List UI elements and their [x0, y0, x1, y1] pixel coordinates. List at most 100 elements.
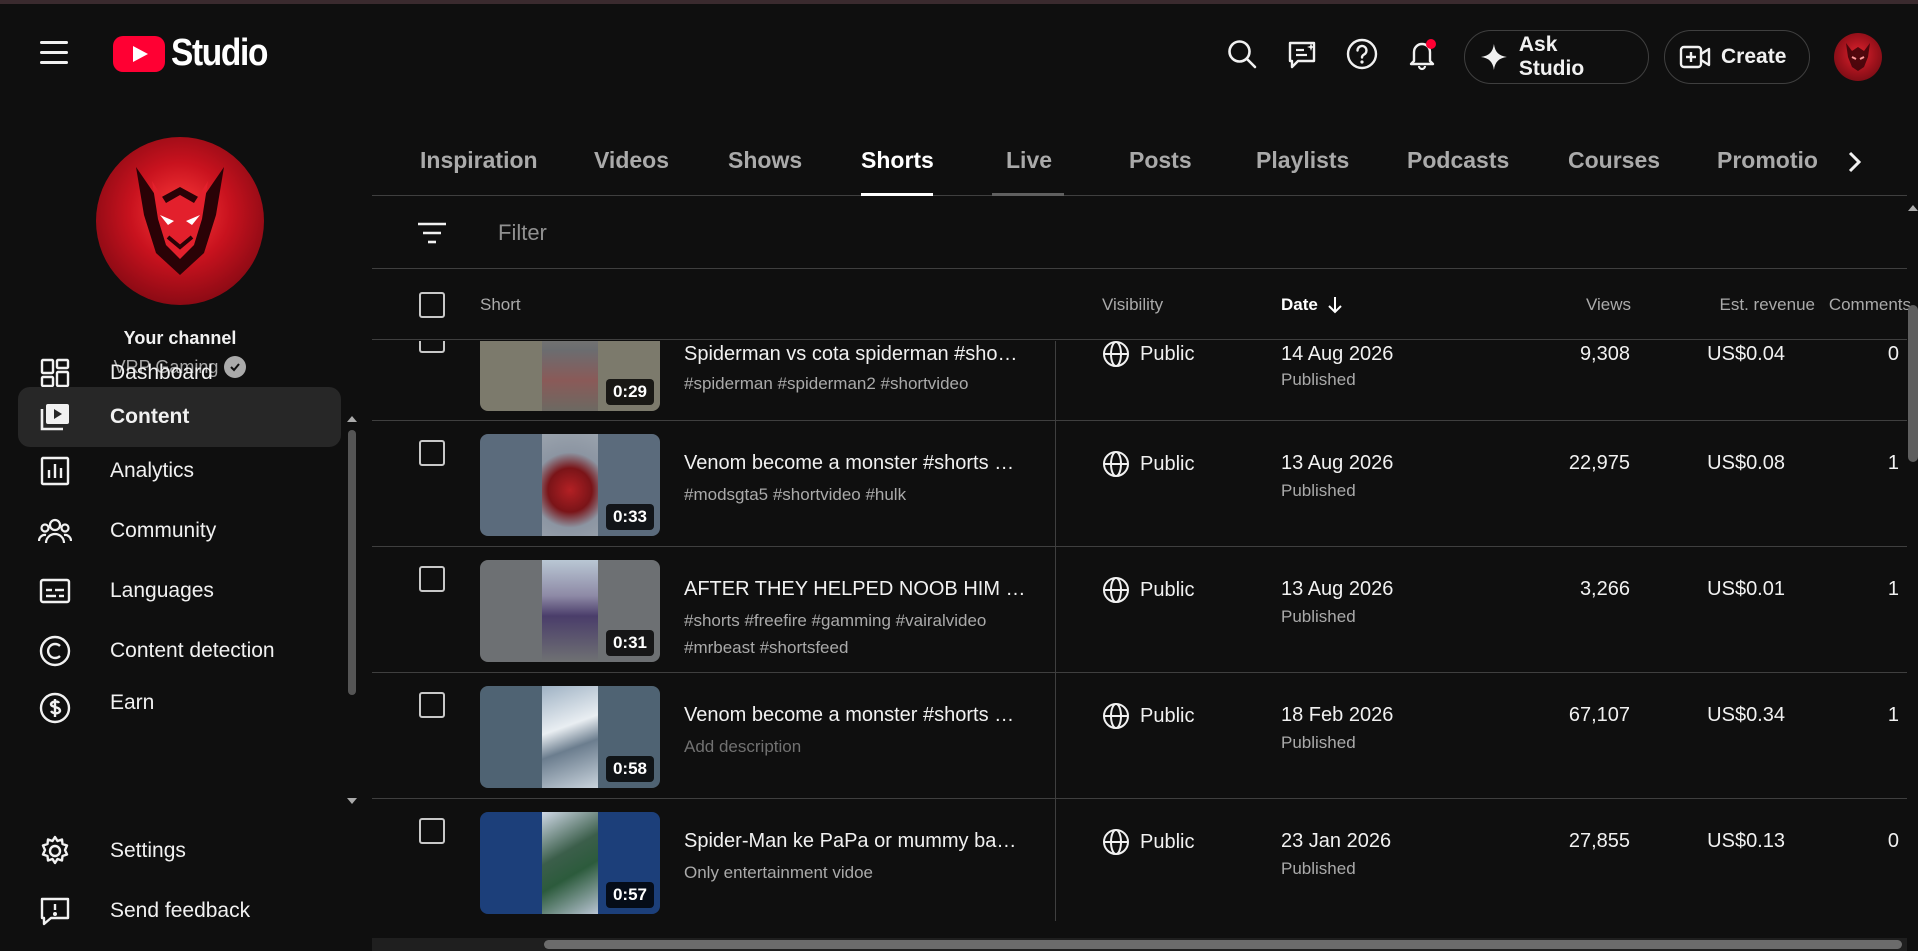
table-row[interactable]: 0:31 AFTER THEY HELPED NOOB HIM H… #shor…	[372, 547, 1907, 673]
duration-badge: 0:33	[605, 504, 654, 530]
video-thumbnail[interactable]: 0:58	[480, 686, 660, 788]
revenue-value: US$0.13	[1707, 830, 1785, 852]
sidebar-item-earn[interactable]: Earn	[18, 681, 341, 725]
duration-badge: 0:57	[605, 882, 654, 908]
tab-shows[interactable]: Shows	[728, 147, 802, 174]
visibility-cell[interactable]: Public	[1102, 576, 1194, 604]
sidebar-item-languages[interactable]: Languages	[18, 561, 341, 621]
menu-icon[interactable]	[40, 36, 72, 68]
sidebar-item-send-feedback[interactable]: Send feedback	[18, 881, 341, 941]
publish-date: 13 Aug 2026	[1281, 452, 1394, 474]
column-divider	[1055, 341, 1056, 421]
visibility-cell[interactable]: Public	[1102, 450, 1194, 478]
feedback-sparkle-icon[interactable]	[1284, 36, 1320, 72]
row-checkbox[interactable]	[419, 440, 445, 466]
sidebar-item-settings[interactable]: Settings	[18, 821, 341, 881]
video-thumbnail[interactable]: 0:31	[480, 560, 660, 662]
header-date[interactable]: Date	[1281, 295, 1344, 315]
table-row[interactable]: 0:29 Spiderman vs cota spiderman #sho… #…	[372, 341, 1907, 421]
visibility-cell[interactable]: Public	[1102, 828, 1194, 856]
notifications-icon[interactable]	[1404, 36, 1440, 72]
views-count: 22,975	[1568, 452, 1630, 474]
sparkle-icon	[1480, 44, 1507, 70]
select-all-checkbox[interactable]	[419, 292, 445, 318]
row-checkbox[interactable]	[419, 818, 445, 844]
comments-count: 0	[1887, 830, 1899, 852]
visibility-cell[interactable]: Public	[1102, 702, 1194, 730]
video-title[interactable]: Spiderman vs cota spiderman #sho…	[684, 343, 1034, 366]
arrow-down-icon	[1328, 297, 1342, 314]
revenue-value: US$0.01	[1707, 578, 1785, 600]
ask-studio-button[interactable]: Ask Studio	[1464, 30, 1649, 84]
sidebar-item-community[interactable]: Community	[18, 501, 341, 561]
publish-date: 14 Aug 2026	[1281, 343, 1394, 365]
duration-badge: 0:58	[605, 756, 654, 782]
row-checkbox[interactable]	[419, 692, 445, 718]
sidebar-scroll-down-icon[interactable]	[347, 798, 357, 804]
content-tabs: Inspiration Videos Shows Shorts Live Pos…	[372, 100, 1907, 196]
video-title[interactable]: Venom become a monster #shorts …	[684, 704, 1034, 727]
filter-bar	[372, 197, 1907, 269]
row-checkbox[interactable]	[419, 566, 445, 592]
search-icon[interactable]	[1224, 36, 1260, 72]
tab-courses[interactable]: Courses	[1568, 147, 1660, 174]
vertical-scrollbar[interactable]	[1908, 305, 1918, 462]
header-visibility[interactable]: Visibility	[1102, 295, 1163, 315]
ask-studio-label: Ask Studio	[1518, 33, 1585, 80]
tab-inspiration[interactable]: Inspiration	[420, 147, 538, 174]
create-label: Create	[1721, 45, 1787, 68]
header-views[interactable]: Views	[1586, 295, 1631, 315]
studio-logo[interactable]: Studio	[113, 32, 280, 75]
visibility-cell[interactable]: Public	[1102, 341, 1194, 368]
video-thumbnail[interactable]: 0:57	[480, 812, 660, 914]
video-title[interactable]: Venom become a monster #shorts …	[684, 452, 1034, 475]
horizontal-scrollbar[interactable]	[544, 940, 1902, 949]
sidebar-item-analytics[interactable]: Analytics	[18, 441, 341, 501]
sidebar-scroll-up-icon[interactable]	[347, 416, 357, 422]
sidebar-item-content[interactable]: Content	[18, 387, 341, 447]
filter-input[interactable]	[498, 215, 1098, 251]
help-icon[interactable]	[1344, 36, 1380, 72]
chevron-right-icon[interactable]	[1834, 142, 1874, 182]
scroll-up-icon[interactable]	[1908, 205, 1918, 211]
publish-status: Published	[1281, 481, 1356, 500]
channel-avatar[interactable]	[96, 137, 264, 305]
views-count: 27,855	[1568, 830, 1630, 852]
youtube-play-icon	[113, 35, 165, 72]
tab-promotions[interactable]: Promotio	[1717, 147, 1818, 174]
tab-live[interactable]: Live	[1006, 147, 1052, 174]
create-button[interactable]: Create	[1664, 30, 1810, 84]
views-count: 67,107	[1568, 704, 1630, 726]
video-thumbnail[interactable]: 0:29	[480, 341, 660, 411]
filter-icon[interactable]	[416, 219, 448, 247]
hover-tab-indicator	[992, 193, 1064, 196]
video-description: #modsgta5 #shortvideo #hulk	[684, 485, 907, 504]
sidebar-scrollbar[interactable]	[348, 430, 356, 695]
analytics-icon	[38, 454, 72, 488]
table-row[interactable]: 0:33 Venom become a monster #shorts … #m…	[372, 421, 1907, 547]
tab-shorts[interactable]: Shorts	[861, 147, 934, 174]
header-revenue[interactable]: Est. revenue	[1720, 295, 1815, 315]
row-checkbox[interactable]	[419, 341, 445, 353]
revenue-value: US$0.04	[1707, 343, 1785, 365]
account-avatar[interactable]	[1834, 33, 1882, 81]
sidebar-clip	[0, 798, 360, 812]
table-row[interactable]: 0:58 Venom become a monster #shorts … Ad…	[372, 673, 1907, 799]
globe-icon	[1103, 577, 1129, 603]
header-date-label: Date	[1281, 295, 1318, 314]
video-title[interactable]: AFTER THEY HELPED NOOB HIM H…	[684, 578, 1034, 601]
video-description[interactable]: Add description	[684, 733, 1024, 760]
header-comments[interactable]: Comments	[1829, 295, 1911, 315]
column-divider	[1055, 673, 1056, 799]
sidebar-item-content-detection[interactable]: Content detection	[18, 621, 341, 681]
tab-videos[interactable]: Videos	[594, 147, 669, 174]
table-row[interactable]: 0:57 Spider-Man ke PaPa or mummy ba… Onl…	[372, 799, 1907, 921]
video-description: Only entertainment vidoe	[684, 863, 873, 882]
copyright-icon	[38, 634, 72, 668]
video-thumbnail[interactable]: 0:33	[480, 434, 660, 536]
video-title[interactable]: Spider-Man ke PaPa or mummy ba…	[684, 830, 1034, 853]
globe-icon	[1103, 341, 1129, 367]
tab-posts[interactable]: Posts	[1129, 147, 1192, 174]
tab-podcasts[interactable]: Podcasts	[1407, 147, 1509, 174]
tab-playlists[interactable]: Playlists	[1256, 147, 1349, 174]
